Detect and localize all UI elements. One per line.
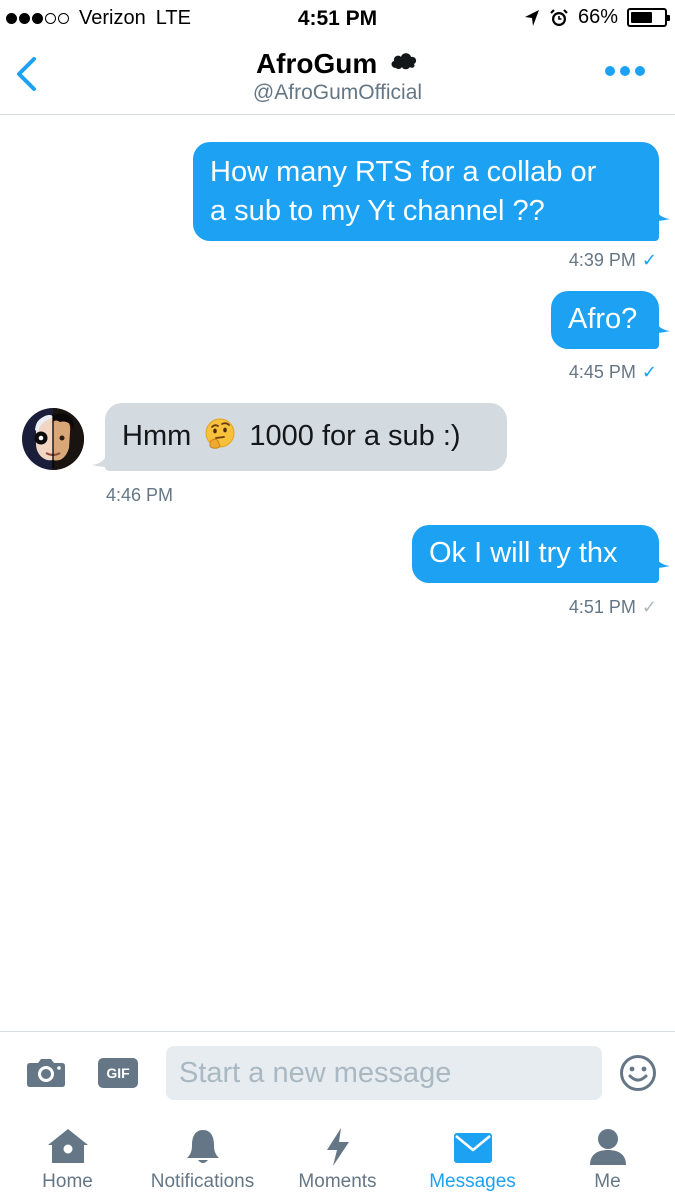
outgoing-message[interactable]: How many RTS for a collab or a sub to my… [193,142,659,241]
home-icon [47,1129,88,1163]
status-right: 66% [524,6,670,29]
tab-label: Notifications [150,1171,255,1192]
contact-avatar[interactable] [22,408,84,470]
envelope-icon [453,1133,492,1163]
thinking-face-icon [205,418,235,449]
timestamp-text: 4:46 PM [106,485,174,505]
conversation-header: AfroGum @AfroGumOfficial [0,38,675,115]
gif-button[interactable]: GIF [98,1058,138,1088]
bubble-tail [654,205,670,221]
outgoing-message[interactable]: Ok I will try thx [412,525,659,583]
contact-name: AfroGum [255,48,378,79]
bell-icon [186,1130,219,1163]
sent-check-icon: ✓ [641,597,657,617]
message-composer: GIF [0,1031,675,1113]
message-timestamp: 4:39 PM ✓ [569,250,657,271]
person-icon [589,1129,626,1165]
bubble-tail [654,552,670,568]
read-check-icon: ✓ [641,250,657,270]
incoming-message[interactable]: Hmm 1000 for a sub :) [105,403,507,471]
timestamp-text: 4:51 PM [568,597,636,617]
tab-moments[interactable]: Moments [270,1113,405,1200]
message-text: Ok I will try thx [429,537,618,569]
location-arrow-icon [524,9,539,26]
message-text: Afro? [568,303,638,335]
message-timestamp: 4:51 PM ✓ [569,597,657,618]
tab-home[interactable]: Home [0,1113,135,1200]
message-text: 1000 for a sub :) [249,420,461,452]
outgoing-message[interactable]: Afro? [551,291,659,349]
more-options-icon[interactable] [605,66,645,76]
tab-label: Moments [298,1171,377,1192]
battery-icon [627,8,670,27]
read-check-icon: ✓ [641,362,657,382]
lightning-icon [326,1128,349,1166]
tab-label: Messages [429,1171,516,1192]
tab-notifications[interactable]: Notifications [135,1113,270,1200]
contact-handle: @AfroGumOfficial [252,81,423,104]
conversation-title: AfroGum [0,48,675,80]
tab-bar: Home Notifications Moments Messages Me [0,1113,675,1200]
message-text-line: a sub to my Yt channel ?? [210,195,545,227]
message-timestamp: 4:46 PM [106,485,173,506]
message-text-line: How many RTS for a collab or [210,156,597,188]
message-input[interactable] [166,1046,602,1100]
bubble-tail [654,317,670,333]
camera-icon[interactable] [26,1056,66,1088]
battery-percent: 66% [577,6,618,28]
timestamp-text: 4:45 PM [568,362,636,382]
header-title-block[interactable]: AfroGum @AfroGumOfficial [0,48,675,105]
emoji-picker-icon[interactable] [619,1054,657,1092]
timestamp-text: 4:39 PM [568,250,636,270]
message-text: Hmm [122,420,192,452]
tab-me[interactable]: Me [540,1113,675,1200]
tab-label: Me [594,1171,621,1192]
tab-messages[interactable]: Messages [405,1113,540,1200]
status-bar: Verizon LTE 4:51 PM 66% [0,0,675,38]
cloud-icon [391,53,417,70]
alarm-icon [550,8,568,26]
tab-label: Home [42,1171,93,1192]
message-timestamp: 4:45 PM ✓ [569,362,657,383]
